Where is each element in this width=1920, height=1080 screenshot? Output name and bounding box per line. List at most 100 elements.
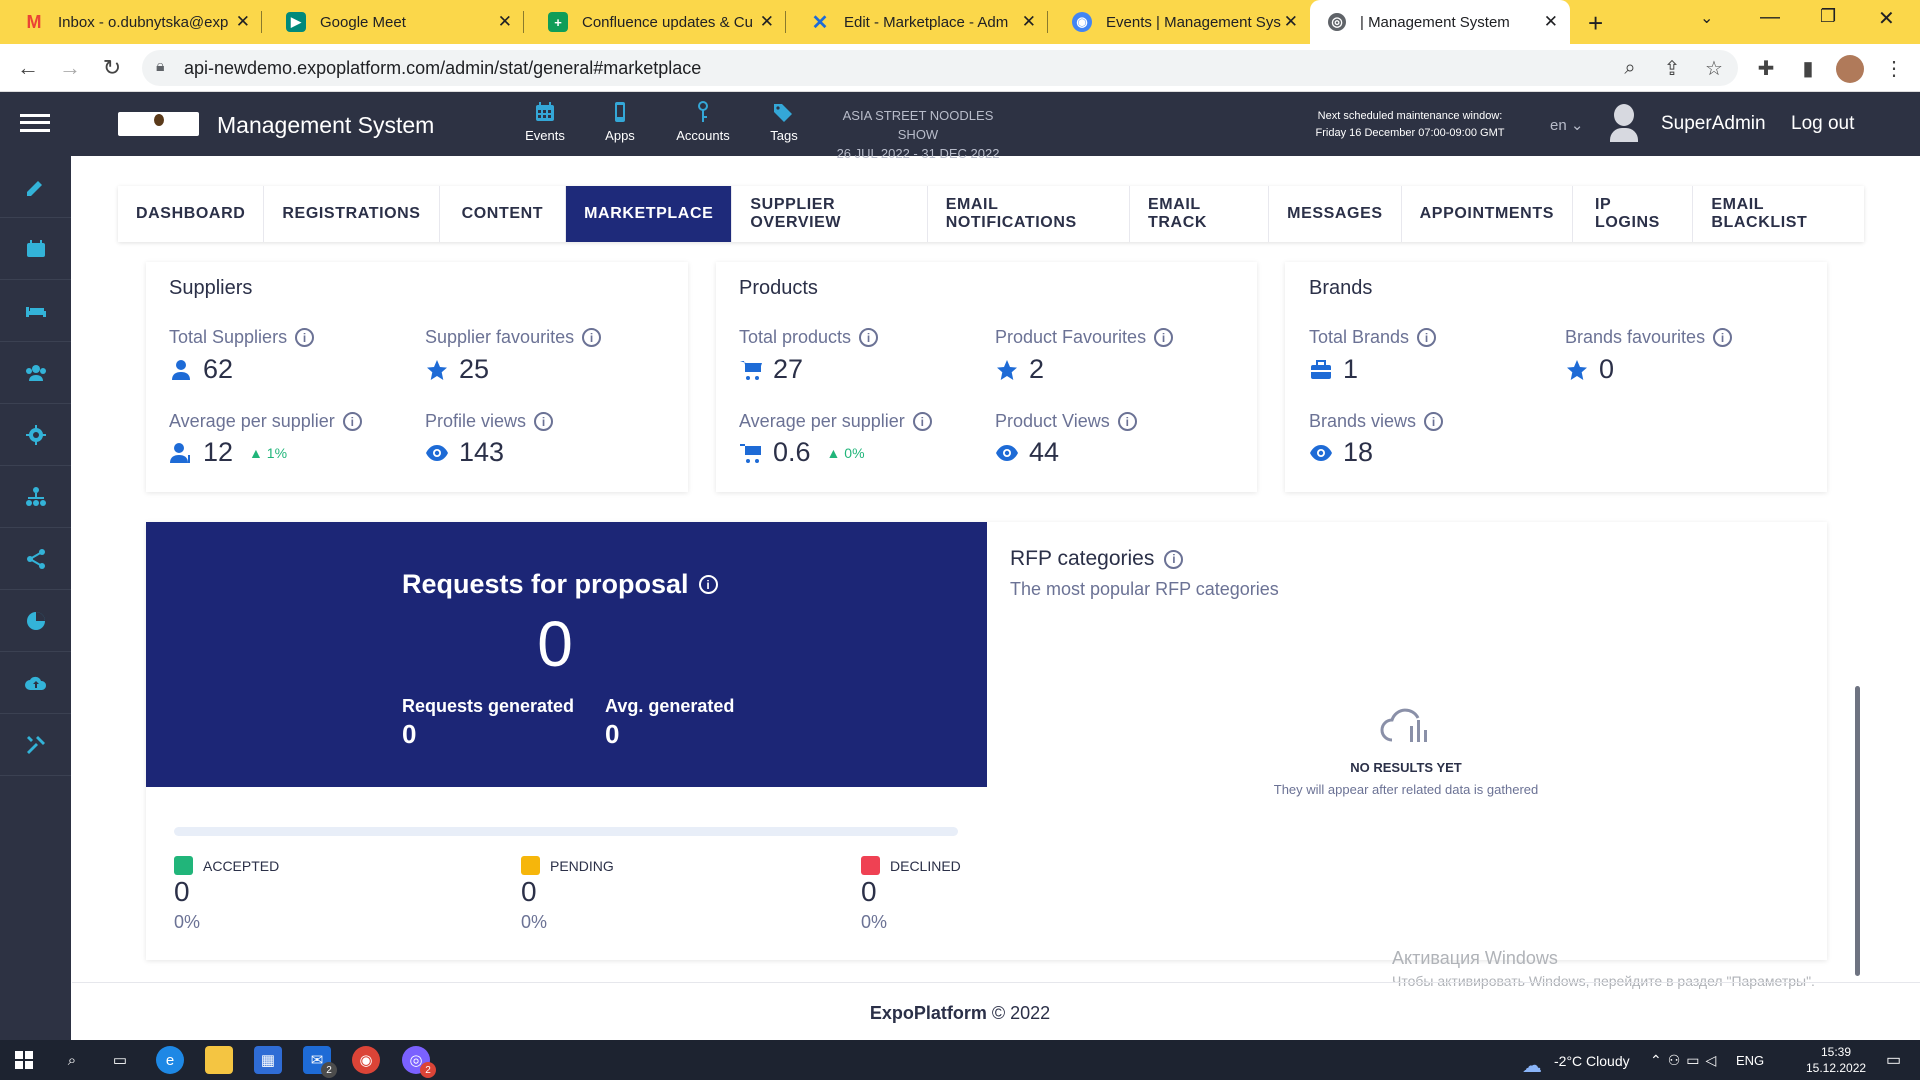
tab-marketplace[interactable]: MARKETPLACE (566, 186, 733, 242)
tab-ip-logins[interactable]: IP LOGINS (1573, 186, 1694, 242)
reload-icon[interactable]: ↻ (98, 54, 126, 82)
sidebar-hierarchy[interactable] (0, 466, 71, 528)
sidebar-accommodation[interactable] (0, 280, 71, 342)
logo[interactable] (118, 112, 199, 136)
browser-tab-sheets[interactable]: + Confluence updates & Cu ✕ (524, 0, 786, 44)
logout-link[interactable]: Log out (1791, 113, 1854, 135)
sidebar-cloud[interactable] (0, 652, 71, 714)
tab-email-track[interactable]: EMAIL TRACK (1130, 186, 1270, 242)
page-scrollbar[interactable] (1855, 686, 1860, 976)
window-close-button[interactable]: ✕ (1878, 6, 1895, 31)
sidebar-edit[interactable] (0, 156, 71, 218)
side-panel-icon[interactable]: ▮ (1794, 54, 1822, 82)
chrome-icon[interactable]: ◉ (352, 1046, 380, 1074)
user-avatar-icon[interactable] (1610, 104, 1638, 144)
mail-icon[interactable]: ✉ 2 (303, 1046, 337, 1078)
menu-kebab-icon[interactable]: ⋮ (1880, 54, 1908, 82)
hamburger-menu-icon[interactable] (20, 114, 50, 132)
info-icon[interactable]: i (1424, 412, 1444, 431)
browser-tab-meet[interactable]: ▶ Google Meet ✕ (262, 0, 524, 44)
user-icon (172, 359, 190, 380)
file-explorer-icon[interactable] (205, 1046, 233, 1074)
tab-content[interactable]: CONTENT (440, 186, 567, 242)
extensions-icon[interactable]: ✚ (1752, 54, 1780, 82)
info-icon[interactable]: i (1154, 328, 1174, 347)
info-icon[interactable]: i (698, 575, 718, 594)
language-select[interactable]: en ⌄ (1550, 116, 1583, 134)
close-icon[interactable]: ✕ (1544, 12, 1558, 32)
sidebar-analytics[interactable] (0, 590, 71, 652)
tab-appointments[interactable]: APPOINTMENTS (1402, 186, 1573, 242)
info-icon[interactable]: i (1164, 549, 1184, 569)
sidebar-share[interactable] (0, 528, 71, 590)
info-icon[interactable]: i (1117, 412, 1137, 431)
product-average-value: 0.6 ▲ 0% (739, 437, 865, 468)
chevron-down-icon[interactable]: ⌄ (1700, 8, 1713, 28)
info-icon[interactable]: i (582, 328, 602, 347)
sidebar-settings[interactable] (0, 404, 71, 466)
info-icon[interactable]: i (1713, 328, 1733, 347)
clock[interactable]: 15:39 15.12.2022 (1806, 1044, 1866, 1076)
legend-declined: DECLINED (861, 856, 961, 875)
sidebar-users[interactable] (0, 342, 71, 404)
nav-apps[interactable]: Apps (580, 100, 660, 143)
tab-dashboard[interactable]: DASHBOARD (118, 186, 265, 242)
store-icon[interactable]: ▦ (254, 1046, 282, 1074)
forward-arrow-icon[interactable]: → (56, 54, 84, 82)
rfp-categories-title: RFP categories i (1010, 547, 1184, 571)
back-arrow-icon[interactable]: ← (14, 54, 42, 82)
share-icon[interactable]: ⇪ (1658, 54, 1686, 82)
zoom-icon[interactable]: ⌕ (1616, 54, 1644, 82)
product-average-label: Average per supplier i (739, 411, 932, 432)
weather-text[interactable]: -2°C Cloudy (1554, 1053, 1630, 1069)
url-text[interactable]: api-newdemo.expoplatform.com/admin/stat/… (184, 58, 701, 79)
close-icon[interactable]: ✕ (236, 12, 250, 32)
lock-icon[interactable]: 🔒︎ (156, 58, 165, 76)
windows-start-icon[interactable] (10, 1046, 38, 1074)
browser-tab-edit-marketplace[interactable]: ✕ Edit - Marketplace - Adm ✕ (786, 0, 1048, 44)
info-icon[interactable]: i (342, 412, 362, 431)
close-icon[interactable]: ✕ (1284, 12, 1298, 32)
browser-tab-events[interactable]: ◉ Events | Management Sys ✕ (1048, 0, 1310, 44)
bookmark-star-icon[interactable]: ☆ (1700, 54, 1728, 82)
task-view-icon[interactable]: ▭ (106, 1046, 134, 1074)
chat-app-icon[interactable]: ◎ 2 (402, 1046, 436, 1078)
new-tab-button[interactable]: + (1588, 8, 1603, 39)
cart-icon (740, 443, 761, 463)
system-tray-icons[interactable]: ⌃⚇▭◁ (1650, 1052, 1722, 1069)
notification-icon[interactable]: ▭ (1886, 1050, 1901, 1070)
pending-percent: 0% (521, 912, 548, 932)
maximize-button[interactable]: ❐ (1820, 6, 1836, 27)
tab-email-notifications[interactable]: EMAIL NOTIFICATIONS (928, 186, 1131, 242)
close-icon[interactable]: ✕ (498, 12, 512, 32)
sidebar-events[interactable] (0, 218, 71, 280)
edge-icon[interactable]: e (156, 1046, 184, 1074)
tab-supplier-overview[interactable]: SUPPLIER OVERVIEW (732, 186, 928, 242)
search-icon[interactable]: ⌕ (58, 1046, 86, 1074)
browser-tab-management-system[interactable]: ◎ | Management System ✕ (1310, 0, 1570, 44)
info-icon[interactable]: i (295, 328, 315, 347)
info-icon[interactable]: i (859, 328, 879, 347)
profile-avatar[interactable] (1836, 55, 1864, 83)
close-icon[interactable]: ✕ (760, 12, 774, 32)
nav-accounts[interactable]: Accounts (663, 100, 743, 143)
language-indicator[interactable]: ENG (1736, 1053, 1764, 1068)
browser-tab-gmail[interactable]: M Inbox - o.dubnytska@exp ✕ (0, 0, 262, 44)
close-icon[interactable]: ✕ (1022, 12, 1036, 32)
info-icon[interactable]: i (1417, 328, 1437, 347)
product-views-value: 44 (995, 437, 1059, 468)
event-selector[interactable]: ASIA STREET NOODLES SHOW 26 JUL 2022 - 3… (828, 106, 1008, 163)
sidebar-tools[interactable] (0, 714, 71, 776)
info-icon[interactable]: i (534, 412, 554, 431)
nav-events[interactable]: Events (505, 100, 585, 143)
info-icon[interactable]: i (912, 412, 932, 431)
user-name[interactable]: SuperAdmin (1661, 113, 1766, 135)
minimize-button[interactable]: — (1760, 6, 1780, 29)
maintenance-notice: Next scheduled maintenance window: Frida… (1315, 110, 1505, 139)
tab-messages[interactable]: MESSAGES (1269, 186, 1402, 242)
tab-email-blacklist[interactable]: EMAIL BLACKLIST (1693, 186, 1864, 242)
mail-badge: 2 (321, 1062, 337, 1078)
nav-tags[interactable]: Tags (744, 100, 824, 143)
weather-cloud-icon[interactable]: ☁ (1522, 1053, 1542, 1078)
tab-registrations[interactable]: REGISTRATIONS (264, 186, 440, 242)
